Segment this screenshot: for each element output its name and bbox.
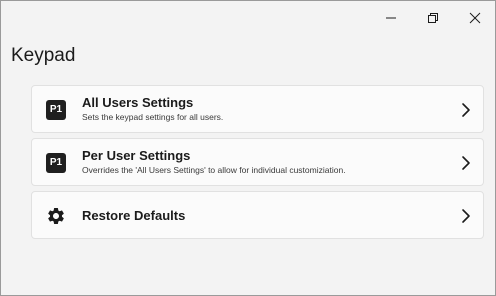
app-window: Keypad P1 All Users Settings Sets the ke…	[0, 0, 496, 296]
all-users-settings-card[interactable]: P1 All Users Settings Sets the keypad se…	[31, 85, 484, 133]
per-user-settings-card[interactable]: P1 Per User Settings Overrides the 'All …	[31, 138, 484, 186]
card-description: Sets the keypad settings for all users.	[82, 112, 224, 122]
minimize-button[interactable]	[371, 1, 411, 35]
chevron-right-icon	[462, 103, 470, 117]
maximize-button[interactable]	[413, 1, 453, 35]
close-icon	[469, 12, 481, 24]
restore-defaults-card[interactable]: Restore Defaults	[31, 191, 484, 239]
title-bar	[1, 1, 495, 35]
gear-icon	[48, 208, 64, 224]
restore-icon	[428, 13, 438, 23]
card-description: Overrides the 'All Users Settings' to al…	[82, 165, 346, 175]
p1-badge-icon: P1	[46, 153, 66, 173]
minimize-icon	[386, 17, 396, 19]
p1-badge-icon: P1	[46, 100, 66, 120]
page-title: Keypad	[11, 45, 76, 66]
chevron-right-icon	[462, 209, 470, 223]
chevron-right-icon	[462, 156, 470, 170]
card-title: Restore Defaults	[82, 208, 186, 223]
close-button[interactable]	[455, 1, 495, 35]
card-title: All Users Settings	[82, 95, 194, 110]
card-title: Per User Settings	[82, 148, 191, 163]
